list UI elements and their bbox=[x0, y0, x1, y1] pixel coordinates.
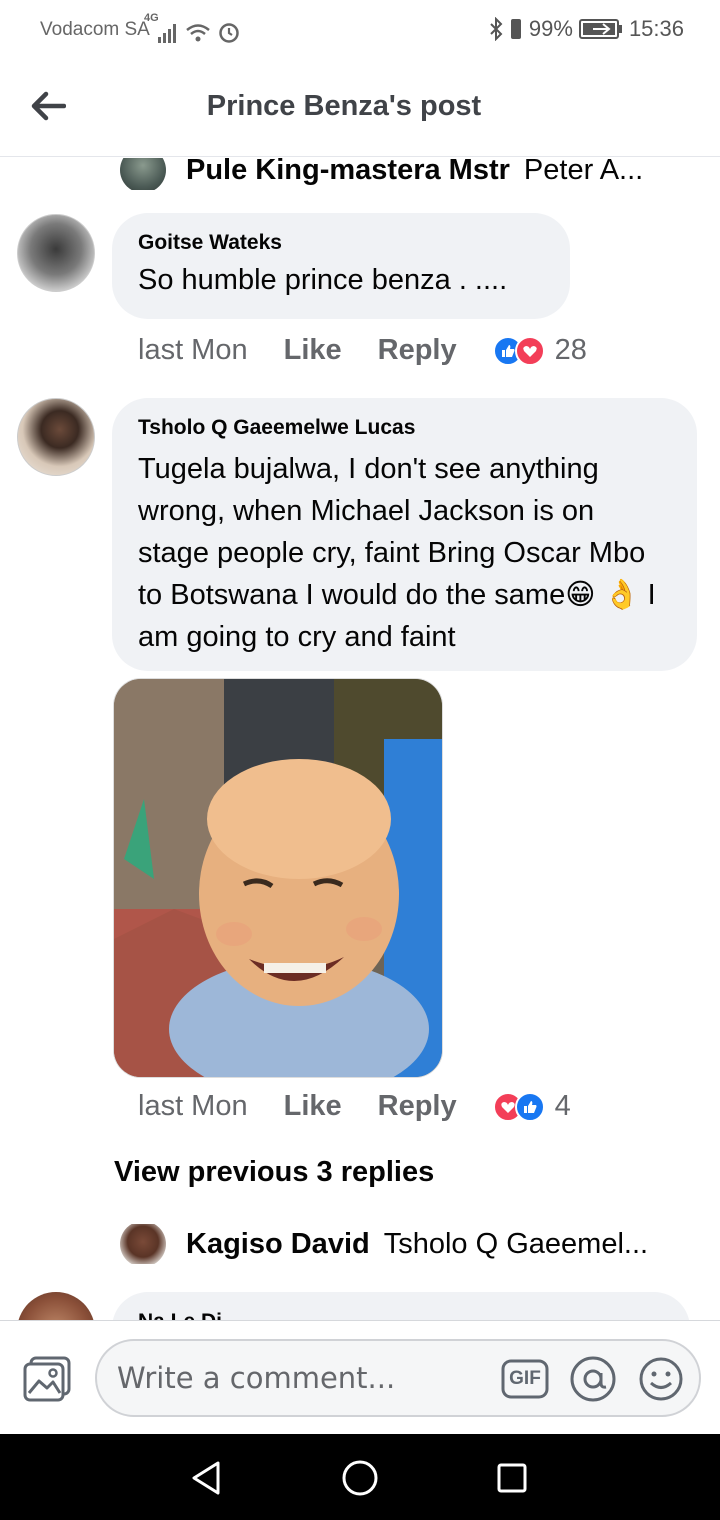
reply-preview[interactable]: Pule King-mastera Mstr Peter A... bbox=[120, 158, 680, 190]
wifi-icon bbox=[185, 24, 210, 42]
vibrate-icon bbox=[510, 19, 521, 39]
comment-timestamp[interactable]: last Mon bbox=[138, 1090, 248, 1123]
status-left-icons: 4G bbox=[144, 12, 241, 44]
avatar[interactable] bbox=[120, 158, 166, 190]
status-right-icons: 99% 15:36 bbox=[489, 16, 684, 42]
alarm-icon bbox=[218, 23, 239, 43]
status-bar: Vodacom SA 4G 99% 15:36 bbox=[0, 0, 720, 60]
comment-author-name[interactable]: Tsholo Q Gaeemelwe Lucas bbox=[138, 416, 671, 440]
view-previous-replies-link[interactable]: View previous 3 replies bbox=[114, 1156, 434, 1189]
attach-photo-button[interactable] bbox=[22, 1355, 72, 1403]
post-header: Prince Benza's post bbox=[0, 60, 720, 157]
comment-bubble[interactable]: Tsholo Q Gaeemelwe Lucas Tugela bujalwa,… bbox=[112, 398, 697, 671]
comment-text: Tugela bujalwa, I don't see anything wro… bbox=[138, 453, 656, 653]
comment-input[interactable] bbox=[117, 1355, 497, 1401]
reply-button[interactable]: Reply bbox=[378, 334, 457, 367]
nav-home-button[interactable] bbox=[338, 1456, 382, 1500]
reply-author-name[interactable]: Kagiso David bbox=[186, 1228, 370, 1261]
reply-preview[interactable]: Kagiso David Tsholo Q Gaeemel... bbox=[120, 1224, 680, 1264]
carrier-label: Vodacom SA bbox=[40, 19, 150, 40]
reply-button[interactable]: Reply bbox=[378, 1090, 457, 1123]
avatar[interactable] bbox=[120, 1224, 166, 1264]
comment-timestamp[interactable]: last Mon bbox=[138, 334, 248, 367]
comment-photo[interactable] bbox=[113, 678, 443, 1078]
comment-actions: last Mon Like Reply 28 bbox=[138, 334, 587, 367]
gif-label: GIF bbox=[509, 1368, 541, 1389]
photo-icon bbox=[23, 1356, 71, 1402]
smiley-icon bbox=[639, 1357, 683, 1401]
like-button[interactable]: Like bbox=[284, 334, 342, 367]
comment-author-name[interactable]: Na Le Di bbox=[138, 1310, 664, 1320]
square-recents-icon bbox=[497, 1463, 527, 1493]
reply-snippet: Tsholo Q Gaeemel... bbox=[383, 1227, 649, 1260]
child-photo-image bbox=[114, 679, 442, 1077]
bluetooth-icon bbox=[490, 17, 503, 41]
like-icon bbox=[514, 1091, 545, 1122]
reply-author-name[interactable]: Pule King-mastera Mstr bbox=[186, 158, 510, 187]
battery-icon bbox=[578, 19, 622, 39]
like-button[interactable]: Like bbox=[284, 1090, 342, 1123]
gif-button[interactable]: GIF bbox=[501, 1355, 549, 1403]
reaction-count[interactable]: 28 bbox=[555, 334, 587, 367]
avatar[interactable] bbox=[17, 214, 95, 292]
comment-composer: GIF bbox=[0, 1320, 720, 1434]
battery-percent: 99% bbox=[528, 16, 573, 41]
comment-bubble[interactable]: Na Le Di bbox=[112, 1292, 690, 1320]
comment-bubble[interactable]: Goitse Wateks So humble prince benza . .… bbox=[112, 213, 570, 319]
mention-button[interactable] bbox=[569, 1355, 617, 1403]
reply-snippet: Peter A... bbox=[523, 158, 644, 186]
comment-text: So humble prince benza . .... bbox=[138, 264, 508, 296]
comment-thread[interactable]: Pule King-mastera Mstr Peter A... Goitse… bbox=[0, 158, 720, 1320]
clock: 15:36 bbox=[628, 16, 684, 41]
comment-input-wrapper: GIF bbox=[95, 1339, 701, 1417]
avatar[interactable] bbox=[17, 1292, 95, 1320]
emoji-button[interactable] bbox=[637, 1355, 685, 1403]
page-title: Prince Benza's post bbox=[206, 90, 482, 122]
reaction-summary[interactable] bbox=[492, 335, 545, 366]
love-icon bbox=[514, 335, 545, 366]
reaction-count[interactable]: 4 bbox=[555, 1090, 571, 1123]
signal-icon bbox=[157, 24, 176, 43]
avatar[interactable] bbox=[17, 398, 95, 476]
comment-actions: last Mon Like Reply 4 bbox=[138, 1090, 571, 1123]
system-nav-bar bbox=[0, 1434, 720, 1520]
reaction-summary[interactable] bbox=[492, 1091, 545, 1122]
circle-home-icon bbox=[342, 1460, 378, 1496]
at-sign-icon bbox=[570, 1356, 616, 1402]
nav-back-button[interactable] bbox=[184, 1456, 228, 1500]
comment-author-name[interactable]: Goitse Wateks bbox=[138, 231, 544, 255]
nav-recents-button[interactable] bbox=[490, 1456, 534, 1500]
triangle-back-icon bbox=[192, 1461, 220, 1495]
